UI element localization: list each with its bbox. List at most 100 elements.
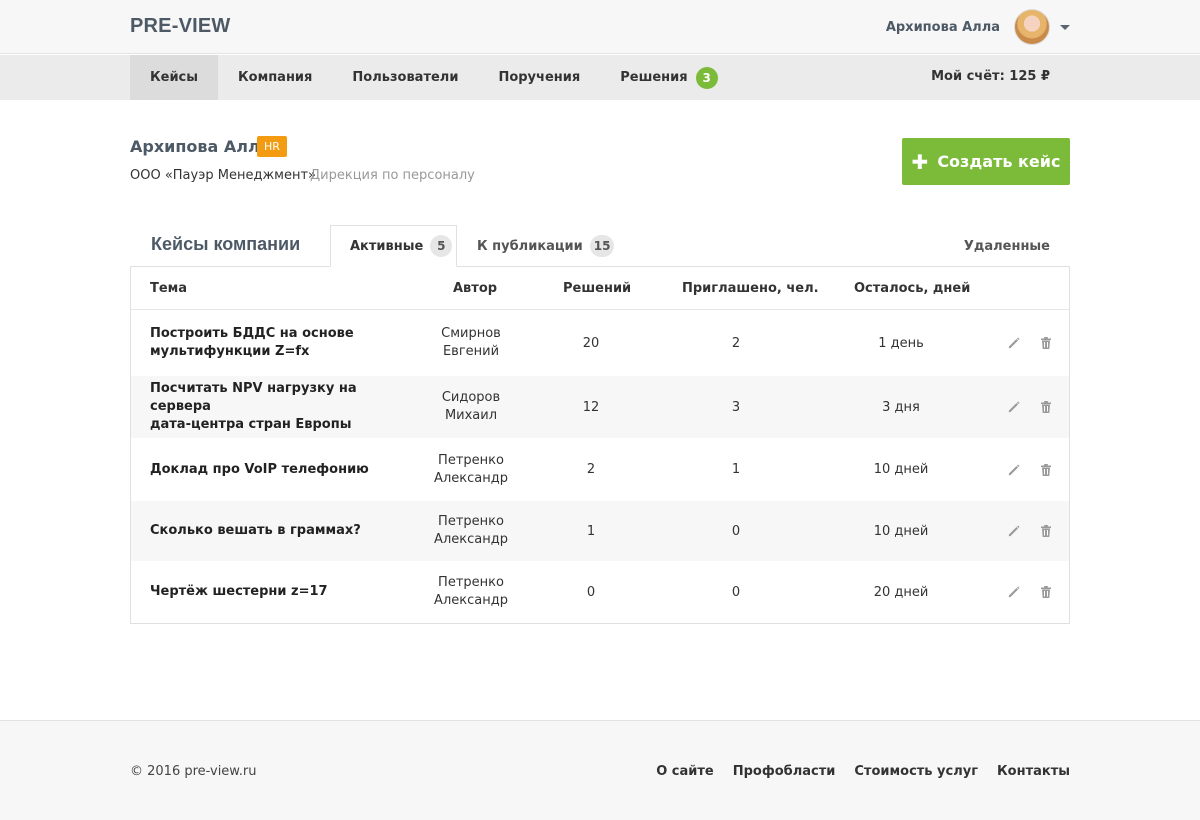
- case-invited: 2: [731, 335, 741, 351]
- case-topic[interactable]: Чертёж шестерни z=17: [150, 561, 400, 623]
- column-header-topic[interactable]: Тема: [150, 281, 187, 296]
- case-invited: 0: [731, 523, 741, 539]
- role-badge: HR: [257, 136, 287, 157]
- nav-label: Кейсы: [150, 70, 199, 85]
- author-line: Александр: [434, 470, 508, 486]
- nav-label: Поручения: [498, 70, 581, 85]
- pencil-icon[interactable]: [1007, 524, 1021, 538]
- nav-item-company[interactable]: Компания: [218, 55, 332, 100]
- trash-icon[interactable]: [1039, 463, 1053, 477]
- author-line: Евгений: [442, 344, 500, 359]
- author-line: Михаил: [444, 408, 498, 423]
- author-line: Смирнов: [441, 326, 501, 341]
- case-solutions: 20: [582, 335, 600, 351]
- column-header-solutions[interactable]: Решений: [563, 281, 631, 296]
- case-solutions: 1: [586, 523, 596, 539]
- tab-for-publication[interactable]: К публикации 15: [457, 225, 615, 267]
- footer-links: О сайте Профобласти Стоимость услуг Конт…: [637, 764, 1070, 779]
- nav-item-users[interactable]: Пользователи: [332, 55, 478, 100]
- case-topic-line: Сколько вешать в граммах?: [150, 523, 361, 538]
- create-case-label: Создать кейс: [937, 152, 1061, 171]
- author-line: Петренко: [438, 514, 504, 529]
- case-topic-line: Посчитать NPV нагрузку на сервера: [150, 381, 357, 414]
- case-days-left: 1 день: [878, 335, 924, 351]
- nav-item-assignments[interactable]: Поручения: [478, 55, 600, 100]
- case-topic[interactable]: Построить БДДС на основе мультифункции Z=…: [150, 310, 400, 376]
- case-topic-line: Построить БДДС на основе: [150, 326, 354, 341]
- case-days-left: 3 дня: [882, 399, 920, 415]
- case-solutions: 2: [586, 462, 596, 477]
- footer-link-professions[interactable]: Профобласти: [733, 764, 836, 779]
- case-days-left: 20 дней: [873, 584, 929, 600]
- case-topic-line: Чертёж шестерни z=17: [150, 584, 328, 599]
- case-author: Петренко Александр: [411, 438, 531, 501]
- table-header: Тема Автор Решений Приглашено, чел. Оста…: [131, 267, 1069, 310]
- case-author: Сидоров Михаил: [411, 376, 531, 438]
- user-menu[interactable]: Архипова Алла: [886, 8, 1070, 46]
- nav-label: Пользователи: [352, 70, 459, 85]
- case-author: Петренко Александр: [411, 501, 531, 561]
- tab-count: 15: [589, 235, 615, 257]
- tab-label: К публикации: [477, 238, 583, 254]
- department-name: Дирекция по персоналу: [310, 168, 475, 183]
- table-row[interactable]: Доклад про VoIP телефонию Петренко Алексан…: [131, 438, 1069, 501]
- case-topic[interactable]: Доклад про VoIP телефонию: [150, 438, 400, 501]
- main-nav: Кейсы Компания Пользователи Поручения Ре…: [0, 55, 1200, 100]
- column-header-invited[interactable]: Приглашено, чел.: [682, 281, 819, 296]
- avatar[interactable]: [1014, 9, 1050, 45]
- chevron-down-icon[interactable]: [1060, 24, 1070, 30]
- tab-active[interactable]: Активные 5: [330, 225, 457, 267]
- case-topic-line: мультифункции Z=fx: [150, 344, 310, 359]
- footer-link-pricing[interactable]: Стоимость услуг: [854, 764, 978, 779]
- account-balance[interactable]: Мой счёт: 125 ₽: [931, 69, 1050, 84]
- case-topic[interactable]: Посчитать NPV нагрузку на сервера дата-це…: [150, 376, 400, 438]
- case-author: Петренко Александр: [411, 561, 531, 623]
- case-topic-line: дата-центра стран Европы: [150, 417, 352, 432]
- trash-icon[interactable]: [1039, 524, 1053, 538]
- case-invited: 0: [731, 584, 741, 600]
- author-line: Александр: [434, 532, 508, 547]
- trash-icon[interactable]: [1039, 585, 1053, 599]
- footer: © 2016 pre-view.ru О сайте Профобласти С…: [0, 720, 1200, 820]
- footer-link-about[interactable]: О сайте: [656, 764, 714, 779]
- cases-table: Тема Автор Решений Приглашено, чел. Оста…: [130, 266, 1070, 624]
- company-name: ООО «Пауэр Менеджмент»: [130, 168, 316, 183]
- table-row[interactable]: Сколько вешать в граммах? Петренко Алексан…: [131, 501, 1069, 561]
- tab-deleted[interactable]: Удаленные: [964, 239, 1050, 254]
- plus-icon: ✚: [911, 149, 929, 174]
- section-title: Кейсы компании: [151, 234, 301, 254]
- author-line: Александр: [434, 593, 508, 608]
- pencil-icon[interactable]: [1007, 463, 1021, 477]
- table-row[interactable]: Чертёж шестерни z=17 Петренко Александр 0 0 2…: [131, 561, 1069, 623]
- case-days-left: 10 дней: [873, 462, 929, 477]
- nav-item-cases[interactable]: Кейсы: [130, 55, 219, 100]
- case-topic-line: Доклад про VoIP телефонию: [150, 461, 369, 477]
- table-row[interactable]: Построить БДДС на основе мультифункции Z=…: [131, 310, 1069, 376]
- nav-item-solutions[interactable]: Решения 3: [600, 55, 737, 100]
- column-header-days-left[interactable]: Осталось, дней: [854, 281, 970, 296]
- case-solutions: 0: [586, 584, 596, 600]
- table-row[interactable]: Посчитать NPV нагрузку на сервера дата-це…: [131, 376, 1069, 438]
- author-line: Петренко: [438, 575, 504, 590]
- case-solutions: 12: [582, 399, 600, 415]
- user-name[interactable]: Архипова Алла: [886, 20, 1000, 35]
- case-invited: 3: [731, 399, 741, 415]
- footer-link-contacts[interactable]: Контакты: [997, 764, 1070, 779]
- case-days-left: 10 дней: [873, 523, 929, 539]
- nav-label: Компания: [238, 70, 313, 85]
- trash-icon[interactable]: [1039, 336, 1053, 350]
- pencil-icon[interactable]: [1007, 336, 1021, 350]
- author-line: Петренко: [438, 452, 504, 468]
- create-case-button[interactable]: ✚ Создать кейс: [902, 138, 1070, 185]
- case-topic[interactable]: Сколько вешать в граммах?: [150, 501, 400, 561]
- pencil-icon[interactable]: [1007, 400, 1021, 414]
- top-header: PRE-VIEW Архипова Алла: [0, 0, 1200, 54]
- case-invited: 1: [731, 462, 741, 477]
- author-line: Сидоров: [441, 390, 501, 405]
- trash-icon[interactable]: [1039, 400, 1053, 414]
- case-author: Смирнов Евгений: [411, 310, 531, 376]
- pencil-icon[interactable]: [1007, 585, 1021, 599]
- nav-label: Решения: [620, 70, 688, 85]
- logo[interactable]: PRE-VIEW: [130, 15, 231, 38]
- column-header-author[interactable]: Автор: [453, 281, 497, 296]
